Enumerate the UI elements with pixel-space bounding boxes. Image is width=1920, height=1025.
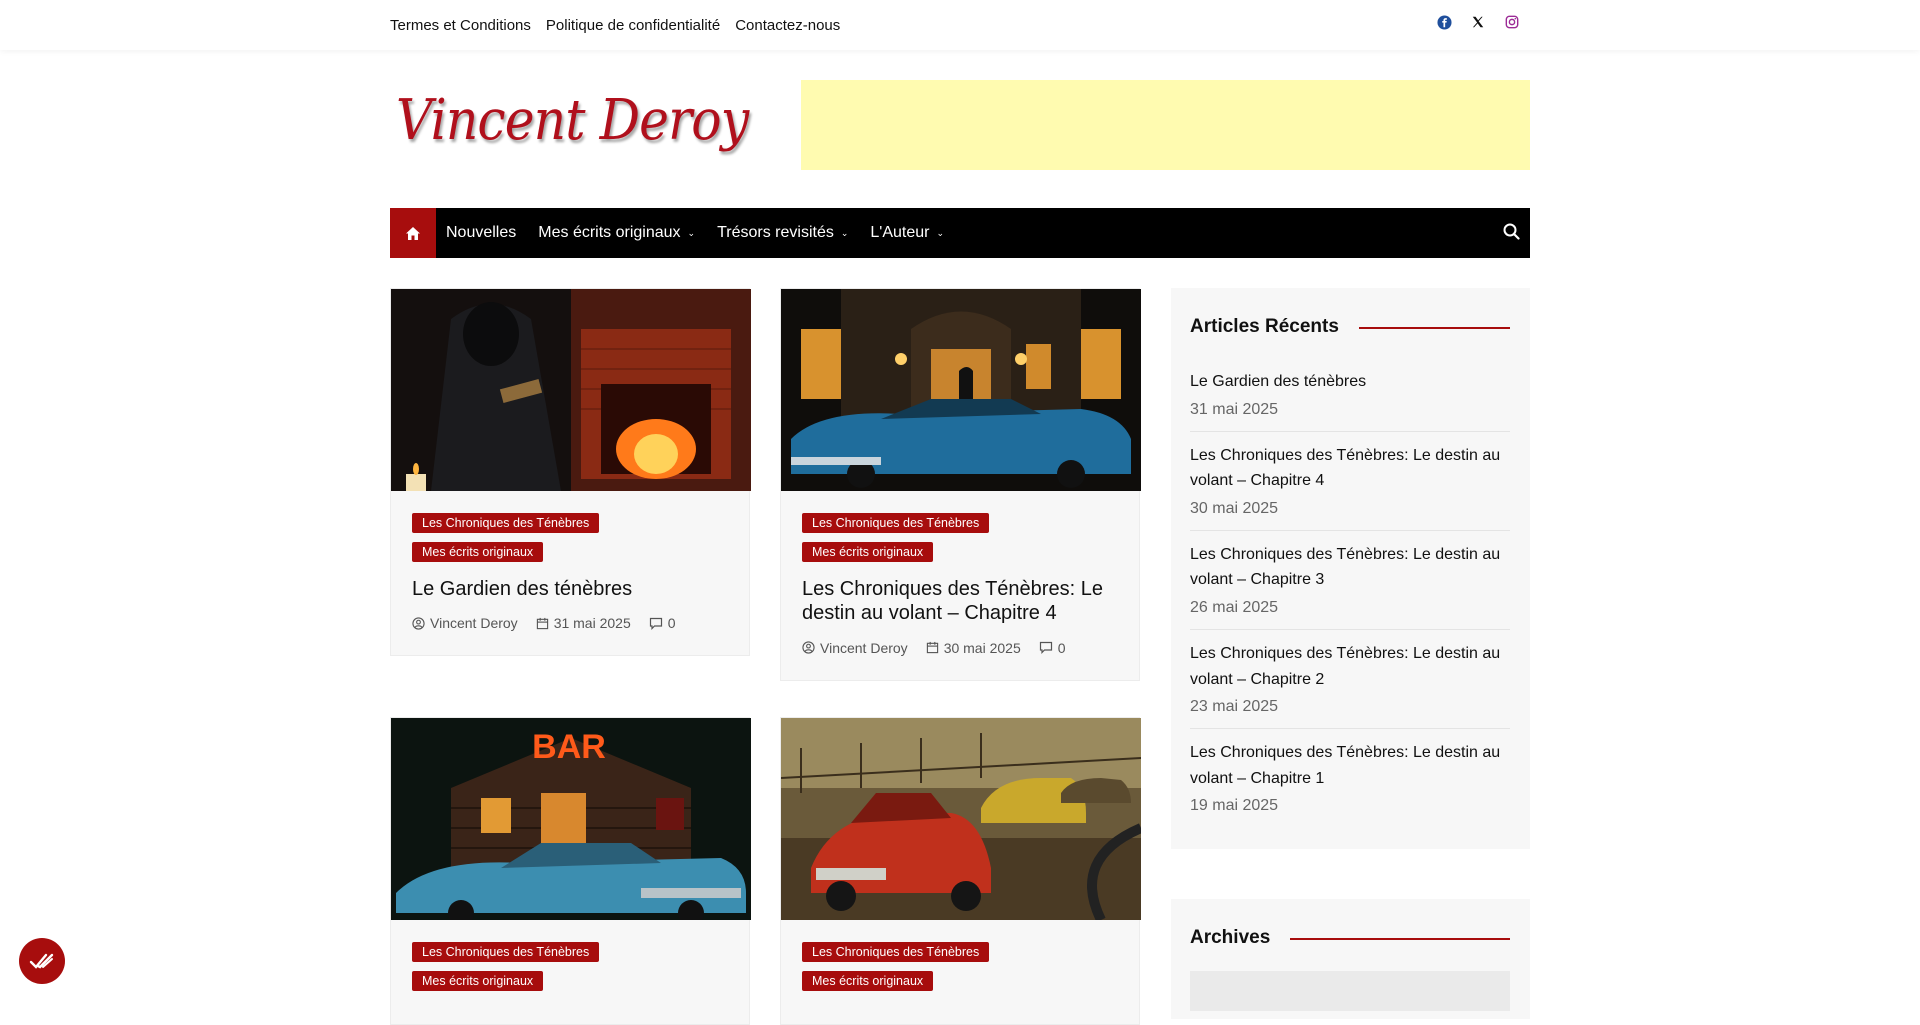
post-date[interactable]: 31 mai 2025: [536, 615, 631, 631]
nav-item-label: L'Auteur: [870, 224, 930, 241]
post-card: Les Chroniques des Ténèbres Mes écrits o…: [780, 288, 1141, 681]
title-divider: [1290, 938, 1510, 940]
widget-title: Articles Récents: [1190, 316, 1510, 338]
nav-item-label: Trésors revisités: [717, 224, 834, 241]
recent-post-date: 23 mai 2025: [1190, 698, 1279, 716]
post-author[interactable]: Vincent Deroy: [412, 615, 518, 631]
comment-icon: [1039, 642, 1052, 655]
x-icon[interactable]: [1470, 14, 1486, 30]
nav-item-label: Mes écrits originaux: [538, 224, 681, 241]
category-badge[interactable]: Mes écrits originaux: [802, 542, 934, 562]
recent-post-date: 19 mai 2025: [1190, 797, 1279, 815]
calendar-icon: [536, 617, 548, 630]
nav-item-nouvelles[interactable]: Nouvelles: [446, 224, 516, 242]
nav-item-ecrits[interactable]: Mes écrits originaux ⌄: [538, 224, 695, 242]
instagram-icon[interactable]: [1504, 14, 1520, 30]
top-bar: Termes et Conditions Politique de confid…: [0, 0, 1920, 50]
author-name: Vincent Deroy: [430, 615, 518, 632]
date-text: 30 mai 2025: [943, 639, 1021, 656]
recent-post-title[interactable]: Le Gardien des ténèbres: [1190, 369, 1510, 395]
post-thumbnail[interactable]: [781, 289, 1141, 491]
comment-count: 0: [667, 615, 676, 632]
author-name: Vincent Deroy: [820, 639, 908, 656]
category-badge[interactable]: Mes écrits originaux: [802, 971, 934, 991]
main-nav: Nouvelles Mes écrits originaux ⌄ Trésors…: [390, 208, 1530, 258]
bar-sign-art: BAR: [532, 728, 606, 766]
category-badge[interactable]: Mes écrits originaux: [412, 542, 544, 562]
recent-posts-widget: Articles Récents Le Gardien des ténèbres…: [1171, 288, 1530, 850]
chevron-down-icon: ⌄: [687, 227, 696, 238]
recent-post-item: Les Chroniques des Ténèbres: Le destin a…: [1190, 729, 1510, 827]
date-text: 31 mai 2025: [553, 615, 631, 632]
post-card: Les Chroniques des Ténèbres Mes écrits o…: [390, 288, 751, 657]
terms-link[interactable]: Termes et Conditions: [390, 17, 531, 34]
category-badge[interactable]: Les Chroniques des Ténèbres: [802, 513, 990, 533]
calendar-icon: [926, 642, 938, 654]
recent-post-item: Le Gardien des ténèbres 31 mai 2025: [1190, 358, 1510, 432]
title-divider: [1358, 327, 1510, 329]
recent-post-title[interactable]: Les Chroniques des Ténèbres: Le destin a…: [1190, 641, 1510, 692]
home-icon: [406, 226, 420, 240]
post-body: Les Chroniques des Ténèbres Mes écrits o…: [391, 491, 749, 655]
post-thumbnail[interactable]: BAR: [391, 718, 751, 920]
post-thumbnail[interactable]: [391, 289, 751, 491]
nav-item-auteur[interactable]: L'Auteur ⌄: [870, 224, 944, 242]
post-meta: Vincent Deroy 30 mai 2025 0: [802, 640, 1118, 656]
recent-post-item: Les Chroniques des Ténèbres: Le destin a…: [1190, 531, 1510, 630]
recent-post-date: 30 mai 2025: [1190, 499, 1279, 517]
comment-count: 0: [1057, 639, 1066, 656]
recent-post-date: 31 mai 2025: [1190, 400, 1279, 418]
recent-post-item: Les Chroniques des Ténèbres: Le destin a…: [1190, 432, 1510, 531]
widget-title: Archives: [1190, 927, 1510, 949]
contact-link[interactable]: Contactez-nous: [735, 17, 840, 34]
post-body: Les Chroniques des Ténèbres Mes écrits o…: [781, 491, 1139, 680]
post-thumbnail[interactable]: [781, 718, 1141, 920]
recent-post-title[interactable]: Les Chroniques des Ténèbres: Le destin a…: [1190, 740, 1510, 791]
category-badge[interactable]: Mes écrits originaux: [412, 971, 544, 991]
nav-item-label: Nouvelles: [446, 224, 517, 241]
recent-post-item: Les Chroniques des Ténèbres: Le destin a…: [1190, 630, 1510, 730]
site-header: Vincent Deroy: [390, 50, 1530, 208]
post-title[interactable]: Les Chroniques des Ténèbres: Le destin a…: [802, 577, 1118, 626]
recent-post-title[interactable]: Les Chroniques des Ténèbres: Le destin a…: [1190, 443, 1510, 494]
post-card: Les Chroniques des Ténèbres Mes écrits o…: [780, 717, 1141, 1025]
social-links: [1436, 14, 1520, 30]
archives-widget: Archives: [1171, 899, 1530, 1019]
widget-title-text: Articles Récents: [1190, 316, 1339, 337]
category-badge[interactable]: Les Chroniques des Ténèbres: [802, 942, 990, 962]
search-icon: [1503, 223, 1520, 240]
chevron-down-icon: ⌄: [936, 227, 945, 238]
recent-post-title[interactable]: Les Chroniques des Ténèbres: Le destin a…: [1190, 542, 1510, 593]
post-comments[interactable]: 0: [1039, 640, 1066, 656]
double-check-icon: [29, 953, 54, 969]
top-links: Termes et Conditions Politique de confid…: [390, 17, 840, 34]
recent-post-date: 26 mai 2025: [1190, 598, 1279, 616]
post-body: Les Chroniques des Ténèbres Mes écrits o…: [781, 920, 1139, 1024]
site-logo[interactable]: Vincent Deroy: [396, 88, 749, 153]
post-comments[interactable]: 0: [649, 615, 676, 631]
post-title[interactable]: Le Gardien des ténèbres: [412, 577, 728, 601]
post-card: BAR Les Chroniques des Ténèbres Mes écri…: [390, 717, 751, 1025]
privacy-link[interactable]: Politique de confidentialité: [546, 17, 720, 34]
post-author[interactable]: Vincent Deroy: [802, 640, 908, 656]
user-icon: [412, 617, 425, 630]
category-badge[interactable]: Les Chroniques des Ténèbres: [412, 942, 600, 962]
facebook-icon[interactable]: [1436, 14, 1452, 30]
user-icon: [802, 641, 815, 654]
archives-dropdown[interactable]: [1190, 971, 1510, 1011]
nav-item-tresors[interactable]: Trésors revisités ⌄: [717, 224, 848, 242]
home-button[interactable]: [390, 208, 436, 258]
post-body: Les Chroniques des Ténèbres Mes écrits o…: [391, 920, 749, 1024]
widget-title-text: Archives: [1190, 927, 1271, 948]
ad-banner: [801, 80, 1530, 170]
top-bar-inner: Termes et Conditions Politique de confid…: [390, 0, 1530, 50]
post-meta: Vincent Deroy 31 mai 2025 0: [412, 615, 728, 631]
search-button[interactable]: [1503, 223, 1520, 245]
cookie-settings-button[interactable]: [19, 938, 65, 984]
chevron-down-icon: ⌄: [840, 227, 849, 238]
post-date[interactable]: 30 mai 2025: [926, 640, 1021, 656]
comment-icon: [649, 617, 662, 630]
category-badge[interactable]: Les Chroniques des Ténèbres: [412, 513, 600, 533]
